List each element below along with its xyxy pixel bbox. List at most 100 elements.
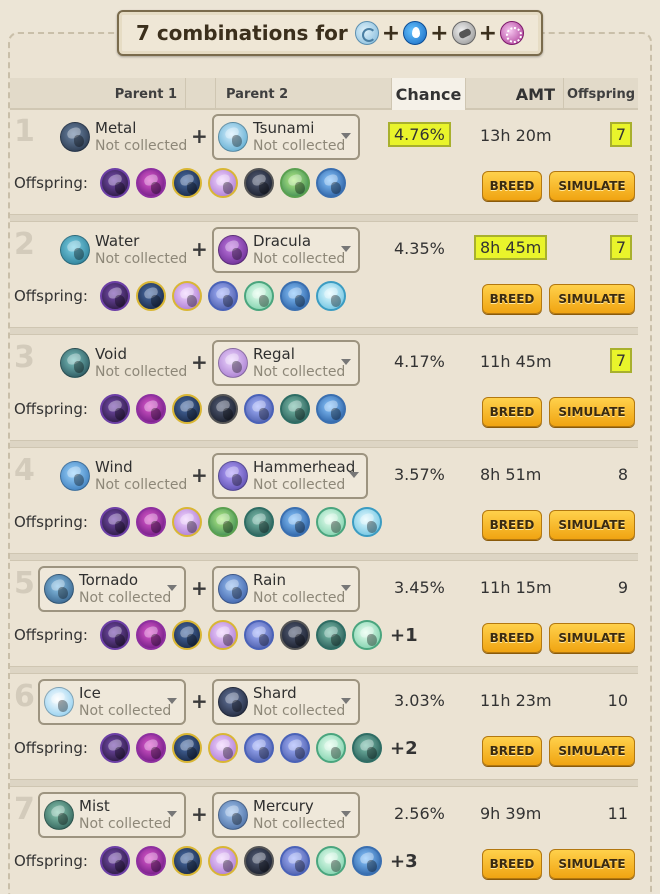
- offspring-dragon-icon[interactable]: [172, 846, 202, 876]
- breed-button[interactable]: BREED: [482, 736, 542, 766]
- simulate-button[interactable]: SIMULATE: [549, 171, 635, 201]
- offspring-dragon-icon[interactable]: [100, 394, 130, 424]
- offspring-dragon-icon[interactable]: [100, 168, 130, 198]
- breed-button[interactable]: BREED: [482, 284, 542, 314]
- offspring-dragon-icon[interactable]: [172, 394, 202, 424]
- offspring-dragon-icon[interactable]: [316, 281, 346, 311]
- header-parent2[interactable]: Parent 2: [216, 78, 392, 110]
- offspring-dragon-icon[interactable]: [172, 620, 202, 650]
- parent2-selector[interactable]: Dracula Not collected: [212, 227, 360, 273]
- parent2-dropdown[interactable]: Hammerhead Not collected: [212, 453, 368, 499]
- offspring-dragon-icon[interactable]: [244, 394, 274, 424]
- parent2-selector[interactable]: Rain Not collected: [212, 566, 360, 612]
- parent1-dropdown[interactable]: Tornado Not collected: [38, 566, 186, 612]
- offspring-dragon-icon[interactable]: [316, 168, 346, 198]
- header-offspring[interactable]: Offspring: [564, 78, 638, 110]
- offspring-dragon-icon[interactable]: [352, 620, 382, 650]
- offspring-dragon-icon[interactable]: [244, 846, 274, 876]
- header-parent1[interactable]: Parent 1: [10, 78, 186, 110]
- offspring-dragon-icon[interactable]: [100, 620, 130, 650]
- breed-button[interactable]: BREED: [482, 623, 542, 653]
- parent1-dropdown[interactable]: Mist Not collected: [38, 792, 186, 838]
- offspring-dragon-icon[interactable]: [280, 281, 310, 311]
- offspring-dragon-icon[interactable]: [280, 168, 310, 198]
- offspring-dragon-icon[interactable]: [316, 507, 346, 537]
- chance-value: 3.03%: [394, 691, 445, 710]
- offspring-dragon-icon[interactable]: [280, 620, 310, 650]
- simulate-button[interactable]: SIMULATE: [549, 510, 635, 540]
- offspring-dragon-icon[interactable]: [280, 394, 310, 424]
- header-amt[interactable]: AMT: [466, 78, 564, 110]
- parent2-dropdown[interactable]: Tsunami Not collected: [212, 114, 360, 160]
- offspring-dragon-icon[interactable]: [244, 168, 274, 198]
- offspring-dragon-icon[interactable]: [280, 846, 310, 876]
- rank-number: 3: [14, 340, 35, 375]
- offspring-dragon-icon[interactable]: [136, 281, 166, 311]
- offspring-dragon-icon[interactable]: [136, 394, 166, 424]
- title-text: 7 combinations for: [135, 21, 348, 45]
- more-offspring-count[interactable]: +3: [390, 851, 418, 872]
- breed-button[interactable]: BREED: [482, 510, 542, 540]
- offspring-dragon-icon[interactable]: [136, 620, 166, 650]
- offspring-dragon-icon[interactable]: [172, 168, 202, 198]
- parent2-dropdown[interactable]: Shard Not collected: [212, 679, 360, 725]
- parent2-dropdown[interactable]: Rain Not collected: [212, 566, 360, 612]
- parent1-selector[interactable]: Ice Not collected: [38, 679, 186, 725]
- amt-value: 11h 15m: [480, 578, 552, 597]
- offspring-dragon-icon[interactable]: [244, 507, 274, 537]
- parent2-dropdown[interactable]: Regal Not collected: [212, 340, 360, 386]
- simulate-button[interactable]: SIMULATE: [549, 736, 635, 766]
- parent2-dropdown[interactable]: Dracula Not collected: [212, 227, 360, 273]
- offspring-dragon-icon[interactable]: [136, 507, 166, 537]
- parent2-dropdown[interactable]: Mercury Not collected: [212, 792, 360, 838]
- offspring-dragon-icon[interactable]: [316, 733, 346, 763]
- offspring-dragon-icon[interactable]: [352, 846, 382, 876]
- parent2-selector[interactable]: Mercury Not collected: [212, 792, 360, 838]
- offspring-dragon-icon[interactable]: [280, 507, 310, 537]
- offspring-dragon-icon[interactable]: [208, 620, 238, 650]
- offspring-dragon-icon[interactable]: [100, 733, 130, 763]
- offspring-dragon-icon[interactable]: [352, 507, 382, 537]
- more-offspring-count[interactable]: +1: [390, 625, 418, 646]
- offspring-dragon-icon[interactable]: [136, 846, 166, 876]
- breed-button[interactable]: BREED: [482, 849, 542, 879]
- offspring-dragon-icon[interactable]: [316, 620, 346, 650]
- offspring-dragon-icon[interactable]: [244, 620, 274, 650]
- offspring-dragon-icon[interactable]: [316, 846, 346, 876]
- offspring-dragon-icon[interactable]: [208, 281, 238, 311]
- offspring-dragon-icon[interactable]: [208, 846, 238, 876]
- parent2-selector[interactable]: Hammerhead Not collected: [212, 453, 368, 499]
- parent2-selector[interactable]: Regal Not collected: [212, 340, 360, 386]
- offspring-dragon-icon[interactable]: [172, 281, 202, 311]
- offspring-dragon-icon[interactable]: [100, 846, 130, 876]
- parent1-dropdown[interactable]: Ice Not collected: [38, 679, 186, 725]
- simulate-button[interactable]: SIMULATE: [549, 623, 635, 653]
- offspring-dragon-icon[interactable]: [244, 733, 274, 763]
- offspring-dragon-icon[interactable]: [136, 168, 166, 198]
- offspring-dragon-icon[interactable]: [172, 507, 202, 537]
- offspring-dragon-icon[interactable]: [316, 394, 346, 424]
- offspring-dragon-icon[interactable]: [280, 733, 310, 763]
- more-offspring-count[interactable]: +2: [390, 738, 418, 759]
- simulate-button[interactable]: SIMULATE: [549, 849, 635, 879]
- offspring-dragon-icon[interactable]: [100, 507, 130, 537]
- offspring-dragon-icon[interactable]: [208, 733, 238, 763]
- offspring-dragon-icon[interactable]: [172, 733, 202, 763]
- parent2-selector[interactable]: Tsunami Not collected: [212, 114, 360, 160]
- header-chance[interactable]: Chance: [392, 78, 466, 110]
- offspring-dragon-icon[interactable]: [100, 281, 130, 311]
- parent2-selector[interactable]: Shard Not collected: [212, 679, 360, 725]
- offspring-dragon-icon[interactable]: [244, 281, 274, 311]
- offspring-icon-list: +2: [100, 733, 418, 763]
- offspring-dragon-icon[interactable]: [208, 507, 238, 537]
- simulate-button[interactable]: SIMULATE: [549, 397, 635, 427]
- parent1-selector[interactable]: Mist Not collected: [38, 792, 186, 838]
- offspring-dragon-icon[interactable]: [208, 168, 238, 198]
- offspring-dragon-icon[interactable]: [208, 394, 238, 424]
- breed-button[interactable]: BREED: [482, 397, 542, 427]
- offspring-dragon-icon[interactable]: [352, 733, 382, 763]
- offspring-dragon-icon[interactable]: [136, 733, 166, 763]
- parent1-selector[interactable]: Tornado Not collected: [38, 566, 186, 612]
- simulate-button[interactable]: SIMULATE: [549, 284, 635, 314]
- breed-button[interactable]: BREED: [482, 171, 542, 201]
